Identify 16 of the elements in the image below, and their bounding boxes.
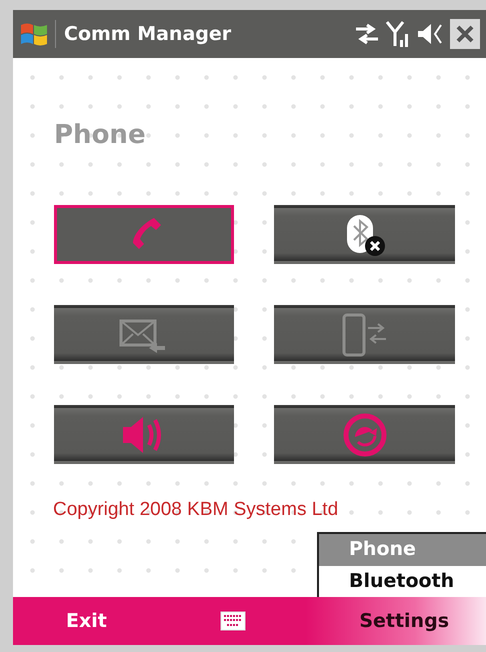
page-heading: Phone — [54, 119, 146, 152]
circular-arrows-icon — [342, 412, 388, 458]
connection-icon[interactable] — [354, 23, 380, 45]
window-title: Comm Manager — [55, 20, 232, 48]
softkey[interactable]: Exit — [66, 606, 107, 636]
keyboard-icon[interactable] — [220, 611, 246, 631]
circular-arrows-button[interactable] — [274, 405, 455, 464]
bluetooth-off-button[interactable] — [274, 205, 455, 264]
menu-item[interactable]: Phone — [319, 534, 486, 566]
softkey[interactable]: Settings — [359, 606, 449, 636]
speaker-button[interactable] — [54, 405, 234, 464]
signal-icon[interactable] — [386, 20, 410, 48]
speaker-icon[interactable] — [416, 22, 444, 46]
close-button[interactable] — [450, 19, 480, 49]
copyright-text: Copyright 2008 KBM Systems Ltd — [53, 500, 338, 521]
close-icon — [455, 24, 475, 44]
